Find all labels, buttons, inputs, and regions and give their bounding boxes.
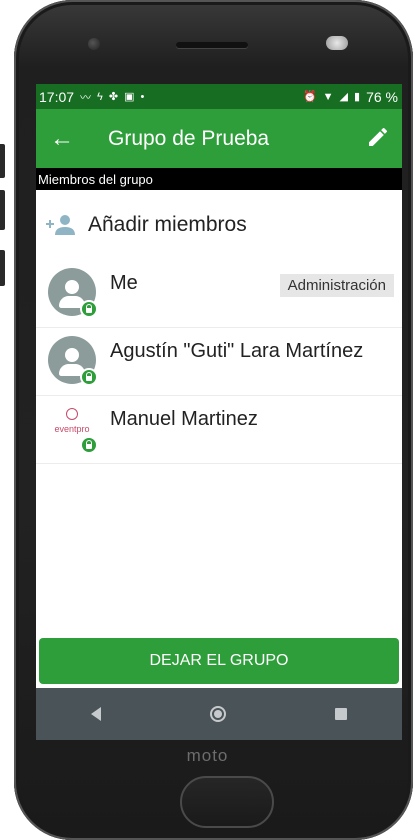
page-title: Grupo de Prueba bbox=[108, 127, 270, 150]
front-flash bbox=[326, 36, 348, 50]
fan-icon: ✤ bbox=[108, 91, 119, 103]
member-row[interactable]: eventpro Manuel Martinez bbox=[36, 396, 402, 464]
battery-percent: 76 % bbox=[366, 88, 398, 105]
dot-icon: • bbox=[140, 90, 145, 103]
member-name: Me bbox=[110, 272, 138, 294]
status-bar: 17:07 〰 ϟ ✤ ▣ • ⏰ ▼ ◢ ▮ 76 % bbox=[36, 84, 402, 109]
volume-down-button bbox=[0, 190, 5, 230]
nav-recents-icon[interactable] bbox=[335, 708, 348, 720]
front-camera bbox=[88, 38, 100, 50]
volume-up-button bbox=[0, 144, 5, 178]
pencil-icon[interactable] bbox=[366, 125, 390, 149]
section-header: Miembros del grupo bbox=[36, 168, 402, 190]
arrow-left-icon[interactable]: ← bbox=[50, 125, 74, 153]
member-name: Manuel Martinez bbox=[110, 408, 258, 430]
wifi-icon: ▼ bbox=[322, 90, 334, 103]
app-bar: ← Grupo de Prueba bbox=[36, 109, 402, 168]
device-brand-logo: moto bbox=[186, 746, 229, 765]
leave-group-button[interactable]: DEJAR EL GRUPO bbox=[39, 638, 399, 684]
signal-icon: ◢ bbox=[339, 91, 349, 103]
navigation-bar bbox=[36, 688, 402, 740]
battery-icon: ▮ bbox=[354, 91, 361, 103]
activity-icon: 〰 bbox=[80, 91, 92, 104]
image-icon: ▣ bbox=[124, 91, 135, 103]
fingerprint-home-button bbox=[180, 776, 274, 828]
lock-icon bbox=[80, 300, 98, 318]
nav-back-icon[interactable] bbox=[90, 707, 101, 721]
phone-screen: 17:07 〰 ϟ ✤ ▣ • ⏰ ▼ ◢ ▮ 76 % ← Grupo de … bbox=[36, 84, 402, 740]
flash-icon: ϟ bbox=[97, 90, 103, 103]
admin-badge: Administración bbox=[279, 274, 394, 297]
nav-home-icon[interactable] bbox=[209, 706, 226, 722]
status-time: 17:07 bbox=[39, 88, 75, 105]
member-row[interactable]: Agustín "Guti" Lara Martínez bbox=[36, 328, 402, 396]
power-button bbox=[0, 250, 5, 286]
member-row[interactable]: Me Administración bbox=[36, 260, 402, 328]
add-person-icon bbox=[46, 213, 76, 237]
member-name: Agustín "Guti" Lara Martínez bbox=[110, 340, 364, 362]
earpiece-speaker bbox=[176, 42, 248, 48]
add-members-button[interactable]: Añadir miembros bbox=[36, 190, 402, 260]
lock-icon bbox=[80, 436, 98, 454]
add-members-label: Añadir miembros bbox=[88, 213, 247, 236]
lock-icon bbox=[80, 368, 98, 386]
alarm-icon: ⏰ bbox=[302, 91, 317, 103]
